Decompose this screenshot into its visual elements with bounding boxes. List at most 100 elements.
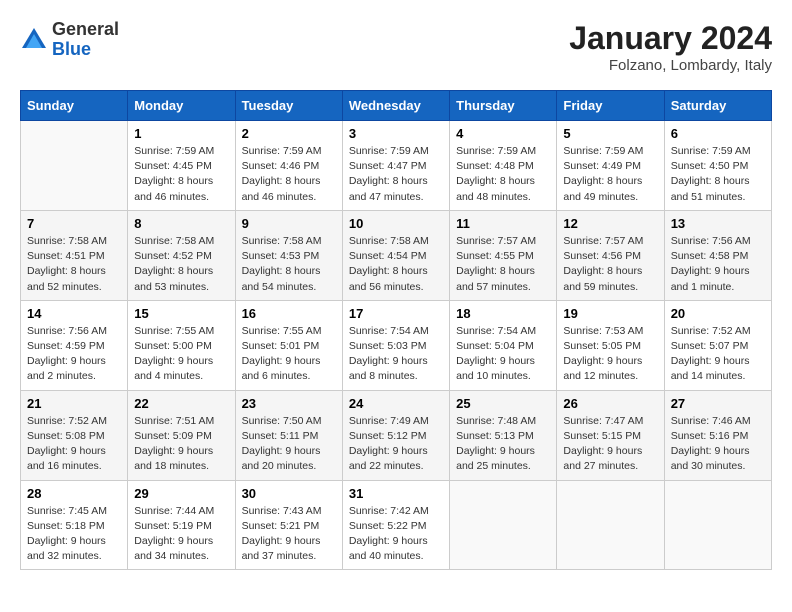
day-number: 8 — [134, 216, 228, 231]
calendar-week-row: 21Sunrise: 7:52 AM Sunset: 5:08 PM Dayli… — [21, 390, 772, 480]
calendar-week-row: 14 Sunrise: 7:56 AM Sunset: 4:59 PM Dayli… — [21, 300, 772, 390]
day-of-week-header: Monday — [128, 91, 235, 121]
day-number: 17 — [349, 306, 443, 321]
logo: General Blue — [20, 20, 119, 60]
day-number: 11 — [456, 216, 550, 231]
day-number: 12 — [563, 216, 657, 231]
day-number: 29 — [134, 486, 228, 501]
day-number: 9 — [242, 216, 336, 231]
day-number: 16 — [242, 306, 336, 321]
calendar-cell: 28Sunrise: 7:45 AM Sunset: 5:18 PM Dayli… — [21, 480, 128, 570]
day-number: 10 — [349, 216, 443, 231]
calendar-cell: 12 Sunrise: 7:57 AM Sunset: 4:56 PM Dayli… — [557, 210, 664, 300]
day-of-week-header: Wednesday — [342, 91, 449, 121]
day-info: Sunrise: 7:54 AM Sunset: 5:04 PM Dayligh… — [456, 324, 550, 385]
calendar-cell: 9 Sunrise: 7:58 AM Sunset: 4:53 PM Daylig… — [235, 210, 342, 300]
day-info: Sunrise: 7:59 AM Sunset: 4:50 PM Dayligh… — [671, 144, 765, 205]
calendar-cell: 21Sunrise: 7:52 AM Sunset: 5:08 PM Dayli… — [21, 390, 128, 480]
day-info: Sunrise: 7:57 AM Sunset: 4:56 PM Dayligh… — [563, 234, 657, 295]
day-info: Sunrise: 7:46 AM Sunset: 5:16 PM Dayligh… — [671, 414, 765, 475]
day-info: Sunrise: 7:55 AM Sunset: 5:01 PM Dayligh… — [242, 324, 336, 385]
day-info: Sunrise: 7:48 AM Sunset: 5:13 PM Dayligh… — [456, 414, 550, 475]
calendar-cell: 19 Sunrise: 7:53 AM Sunset: 5:05 PM Dayli… — [557, 300, 664, 390]
day-number: 13 — [671, 216, 765, 231]
day-info: Sunrise: 7:51 AM Sunset: 5:09 PM Dayligh… — [134, 414, 228, 475]
calendar-week-row: 7Sunrise: 7:58 AM Sunset: 4:51 PM Daylig… — [21, 210, 772, 300]
calendar-cell — [557, 480, 664, 570]
day-of-week-header: Saturday — [664, 91, 771, 121]
day-info: Sunrise: 7:53 AM Sunset: 5:05 PM Dayligh… — [563, 324, 657, 385]
day-number: 6 — [671, 126, 765, 141]
calendar-cell: 29 Sunrise: 7:44 AM Sunset: 5:19 PM Dayli… — [128, 480, 235, 570]
calendar-cell — [450, 480, 557, 570]
calendar-cell: 25 Sunrise: 7:48 AM Sunset: 5:13 PM Dayli… — [450, 390, 557, 480]
calendar-cell — [664, 480, 771, 570]
calendar-cell — [21, 121, 128, 211]
day-info: Sunrise: 7:55 AM Sunset: 5:00 PM Dayligh… — [134, 324, 228, 385]
day-info: Sunrise: 7:57 AM Sunset: 4:55 PM Dayligh… — [456, 234, 550, 295]
day-info: Sunrise: 7:58 AM Sunset: 4:51 PM Dayligh… — [27, 234, 121, 295]
calendar-cell: 20Sunrise: 7:52 AM Sunset: 5:07 PM Dayli… — [664, 300, 771, 390]
day-number: 24 — [349, 396, 443, 411]
day-info: Sunrise: 7:44 AM Sunset: 5:19 PM Dayligh… — [134, 504, 228, 565]
day-number: 28 — [27, 486, 121, 501]
calendar-cell: 1Sunrise: 7:59 AM Sunset: 4:45 PM Daylig… — [128, 121, 235, 211]
day-number: 19 — [563, 306, 657, 321]
month-year: January 2024 — [569, 20, 772, 57]
day-info: Sunrise: 7:52 AM Sunset: 5:07 PM Dayligh… — [671, 324, 765, 385]
logo-text: General Blue — [52, 20, 119, 60]
day-number: 21 — [27, 396, 121, 411]
location: Folzano, Lombardy, Italy — [569, 57, 772, 74]
logo-icon — [20, 26, 48, 54]
day-number: 18 — [456, 306, 550, 321]
calendar-cell: 23 Sunrise: 7:50 AM Sunset: 5:11 PM Dayli… — [235, 390, 342, 480]
day-number: 31 — [349, 486, 443, 501]
calendar-cell: 13 Sunrise: 7:56 AM Sunset: 4:58 PM Dayli… — [664, 210, 771, 300]
day-number: 26 — [563, 396, 657, 411]
day-number: 2 — [242, 126, 336, 141]
day-number: 30 — [242, 486, 336, 501]
day-number: 25 — [456, 396, 550, 411]
calendar-cell: 26 Sunrise: 7:47 AM Sunset: 5:15 PM Dayli… — [557, 390, 664, 480]
day-info: Sunrise: 7:50 AM Sunset: 5:11 PM Dayligh… — [242, 414, 336, 475]
day-of-week-header: Thursday — [450, 91, 557, 121]
calendar-header-row: SundayMondayTuesdayWednesdayThursdayFrid… — [21, 91, 772, 121]
calendar-cell: 24 Sunrise: 7:49 AM Sunset: 5:12 PM Dayli… — [342, 390, 449, 480]
day-info: Sunrise: 7:56 AM Sunset: 4:59 PM Dayligh… — [27, 324, 121, 385]
calendar-cell: 30 Sunrise: 7:43 AM Sunset: 5:21 PM Dayli… — [235, 480, 342, 570]
day-number: 1 — [134, 126, 228, 141]
day-info: Sunrise: 7:56 AM Sunset: 4:58 PM Dayligh… — [671, 234, 765, 295]
day-number: 14 — [27, 306, 121, 321]
day-info: Sunrise: 7:58 AM Sunset: 4:54 PM Dayligh… — [349, 234, 443, 295]
day-info: Sunrise: 7:58 AM Sunset: 4:52 PM Dayligh… — [134, 234, 228, 295]
day-number: 15 — [134, 306, 228, 321]
calendar-cell: 2 Sunrise: 7:59 AM Sunset: 4:46 PM Daylig… — [235, 121, 342, 211]
calendar-cell: 15 Sunrise: 7:55 AM Sunset: 5:00 PM Dayli… — [128, 300, 235, 390]
day-number: 23 — [242, 396, 336, 411]
day-info: Sunrise: 7:42 AM Sunset: 5:22 PM Dayligh… — [349, 504, 443, 565]
calendar-cell: 3Sunrise: 7:59 AM Sunset: 4:47 PM Daylig… — [342, 121, 449, 211]
day-of-week-header: Sunday — [21, 91, 128, 121]
calendar-cell: 31 Sunrise: 7:42 AM Sunset: 5:22 PM Dayli… — [342, 480, 449, 570]
day-of-week-header: Friday — [557, 91, 664, 121]
day-number: 3 — [349, 126, 443, 141]
day-info: Sunrise: 7:47 AM Sunset: 5:15 PM Dayligh… — [563, 414, 657, 475]
calendar-cell: 8 Sunrise: 7:58 AM Sunset: 4:52 PM Daylig… — [128, 210, 235, 300]
day-info: Sunrise: 7:59 AM Sunset: 4:46 PM Dayligh… — [242, 144, 336, 205]
day-number: 27 — [671, 396, 765, 411]
day-info: Sunrise: 7:43 AM Sunset: 5:21 PM Dayligh… — [242, 504, 336, 565]
day-info: Sunrise: 7:54 AM Sunset: 5:03 PM Dayligh… — [349, 324, 443, 385]
calendar-cell: 11 Sunrise: 7:57 AM Sunset: 4:55 PM Dayli… — [450, 210, 557, 300]
day-info: Sunrise: 7:49 AM Sunset: 5:12 PM Dayligh… — [349, 414, 443, 475]
calendar-cell: 17 Sunrise: 7:54 AM Sunset: 5:03 PM Dayli… — [342, 300, 449, 390]
day-number: 22 — [134, 396, 228, 411]
title-block: January 2024 Folzano, Lombardy, Italy — [569, 20, 772, 74]
day-number: 4 — [456, 126, 550, 141]
calendar-cell: 10 Sunrise: 7:58 AM Sunset: 4:54 PM Dayli… — [342, 210, 449, 300]
day-info: Sunrise: 7:59 AM Sunset: 4:49 PM Dayligh… — [563, 144, 657, 205]
day-info: Sunrise: 7:58 AM Sunset: 4:53 PM Dayligh… — [242, 234, 336, 295]
calendar-cell: 18 Sunrise: 7:54 AM Sunset: 5:04 PM Dayli… — [450, 300, 557, 390]
calendar-week-row: 28Sunrise: 7:45 AM Sunset: 5:18 PM Dayli… — [21, 480, 772, 570]
day-info: Sunrise: 7:59 AM Sunset: 4:48 PM Dayligh… — [456, 144, 550, 205]
day-of-week-header: Tuesday — [235, 91, 342, 121]
